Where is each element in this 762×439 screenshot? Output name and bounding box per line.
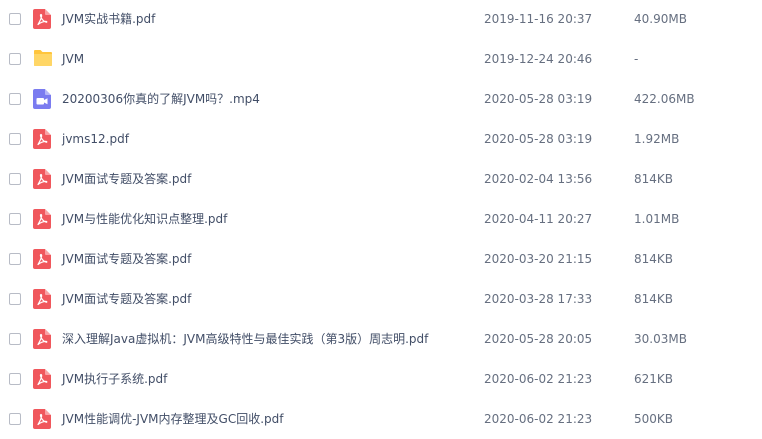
file-name[interactable]: JVM性能调优-JVM内存整理及GC回收.pdf (62, 411, 284, 427)
file-list: JVM实战书籍.pdf 2019-11-16 20:37 40.90MB JVM… (0, 0, 762, 439)
file-name[interactable]: JVM实战书籍.pdf (62, 11, 155, 27)
file-size: 1.01MB (634, 212, 680, 226)
file-date: 2020-03-20 21:15 (484, 252, 593, 266)
row-checkbox[interactable] (9, 13, 21, 25)
file-row[interactable]: JVM性能调优-JVM内存整理及GC回收.pdf 2020-06-02 21:2… (0, 400, 762, 439)
file-row[interactable]: JVM面试专题及答案.pdf 2020-02-04 13:56 814KB (0, 160, 762, 200)
file-date: 2020-05-28 03:19 (484, 92, 593, 106)
file-row[interactable]: jvms12.pdf 2020-05-28 03:19 1.92MB (0, 120, 762, 160)
file-date: 2020-05-28 03:19 (484, 132, 593, 146)
file-size: 30.03MB (634, 332, 687, 346)
folder-icon (33, 49, 52, 69)
file-date: 2020-02-04 13:56 (484, 172, 593, 186)
file-size: 40.90MB (634, 12, 687, 26)
file-name[interactable]: JVM与性能优化知识点整理.pdf (62, 211, 227, 227)
row-checkbox[interactable] (9, 93, 21, 105)
pdf-icon (33, 409, 51, 429)
file-row[interactable]: JVM 2019-12-24 20:46 - (0, 40, 762, 80)
file-size: 422.06MB (634, 92, 695, 106)
file-size: - (634, 52, 639, 66)
pdf-icon (33, 249, 51, 269)
file-date: 2020-05-28 20:05 (484, 332, 593, 346)
file-name[interactable]: 深入理解Java虚拟机：JVM高级特性与最佳实践（第3版）周志明.pdf (62, 331, 428, 347)
pdf-icon (33, 329, 51, 349)
row-checkbox[interactable] (9, 333, 21, 345)
file-date: 2019-12-24 20:46 (484, 52, 593, 66)
file-row[interactable]: JVM与性能优化知识点整理.pdf 2020-04-11 20:27 1.01M… (0, 200, 762, 240)
file-size: 500KB (634, 412, 674, 426)
file-row[interactable]: JVM执行子系统.pdf 2020-06-02 21:23 621KB (0, 360, 762, 400)
file-row[interactable]: JVM面试专题及答案.pdf 2020-03-20 21:15 814KB (0, 240, 762, 280)
file-name[interactable]: JVM (62, 51, 84, 67)
file-size: 814KB (634, 292, 674, 306)
file-row[interactable]: JVM面试专题及答案.pdf 2020-03-28 17:33 814KB (0, 280, 762, 320)
file-size: 621KB (634, 372, 674, 386)
row-checkbox[interactable] (9, 133, 21, 145)
file-size: 814KB (634, 172, 674, 186)
pdf-icon (33, 129, 51, 149)
file-name[interactable]: jvms12.pdf (62, 131, 129, 147)
pdf-icon (33, 369, 51, 389)
file-row[interactable]: 深入理解Java虚拟机：JVM高级特性与最佳实践（第3版）周志明.pdf 202… (0, 320, 762, 360)
file-size: 1.92MB (634, 132, 680, 146)
file-name[interactable]: 20200306你真的了解JVM吗？.mp4 (62, 91, 260, 107)
row-checkbox[interactable] (9, 293, 21, 305)
file-name[interactable]: JVM面试专题及答案.pdf (62, 251, 191, 267)
row-checkbox[interactable] (9, 413, 21, 425)
file-date: 2020-06-02 21:23 (484, 372, 593, 386)
file-date: 2020-03-28 17:33 (484, 292, 593, 306)
pdf-icon (33, 289, 51, 309)
row-checkbox[interactable] (9, 53, 21, 65)
file-date: 2019-11-16 20:37 (484, 12, 593, 26)
video-icon (33, 89, 51, 109)
file-name[interactable]: JVM面试专题及答案.pdf (62, 171, 191, 187)
file-row[interactable]: JVM实战书籍.pdf 2019-11-16 20:37 40.90MB (0, 0, 762, 40)
file-date: 2020-06-02 21:23 (484, 412, 593, 426)
file-size: 814KB (634, 252, 674, 266)
pdf-icon (33, 209, 51, 229)
pdf-icon (33, 9, 51, 29)
file-date: 2020-04-11 20:27 (484, 212, 593, 226)
row-checkbox[interactable] (9, 173, 21, 185)
row-checkbox[interactable] (9, 213, 21, 225)
row-checkbox[interactable] (9, 253, 21, 265)
row-checkbox[interactable] (9, 373, 21, 385)
pdf-icon (33, 169, 51, 189)
file-name[interactable]: JVM面试专题及答案.pdf (62, 291, 191, 307)
file-name[interactable]: JVM执行子系统.pdf (62, 371, 167, 387)
file-row[interactable]: 20200306你真的了解JVM吗？.mp4 2020-05-28 03:19 … (0, 80, 762, 120)
